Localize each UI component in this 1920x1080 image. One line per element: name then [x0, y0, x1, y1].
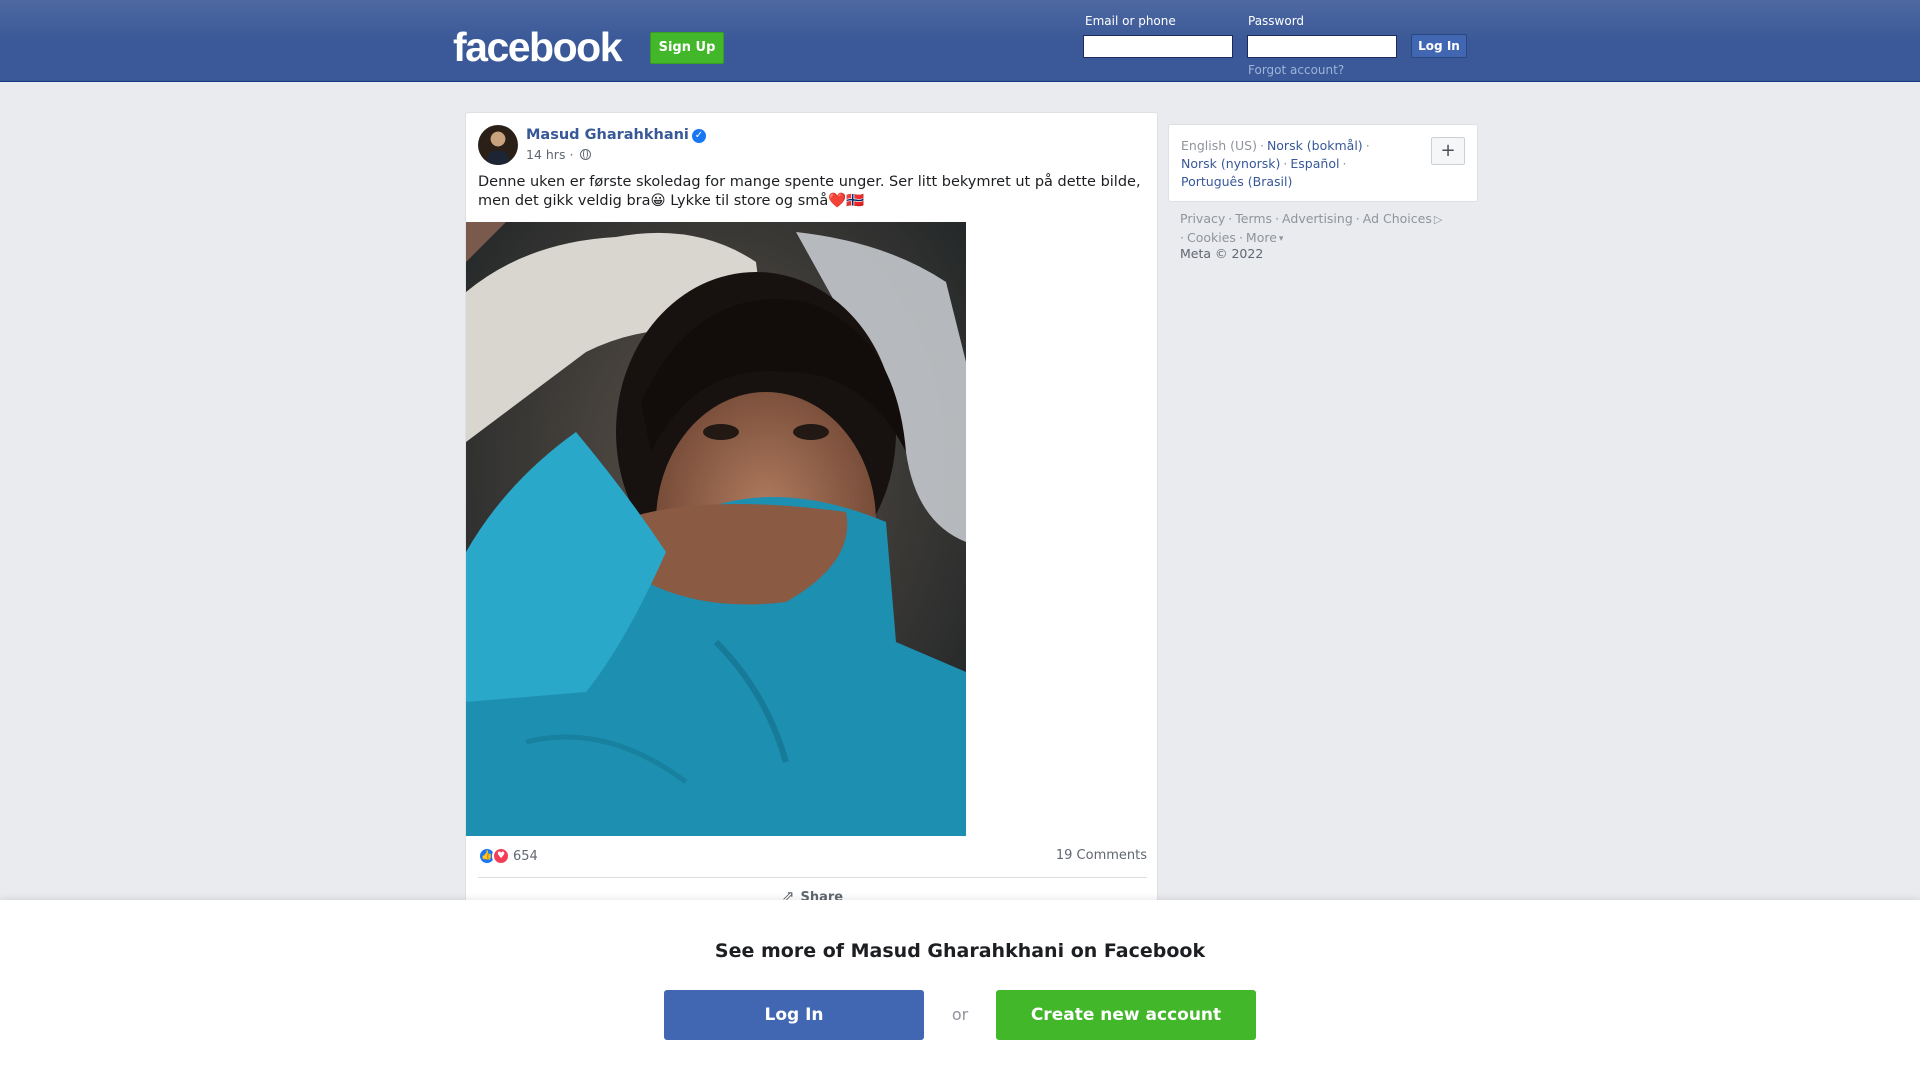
post-time[interactable]: 14 hrs	[526, 147, 565, 162]
post-card: Masud Gharahkhani ✓ 14 hrs · Denne uken e…	[465, 112, 1158, 912]
footer-separator: ·	[1355, 211, 1360, 226]
footer-link-ad-choices-label[interactable]: Ad Choices	[1363, 211, 1432, 226]
language-separator: ·	[1365, 138, 1370, 153]
author-name[interactable]: Masud Gharahkhani ✓	[526, 127, 706, 143]
verified-badge-icon: ✓	[691, 129, 706, 143]
language-list: English (US) · Norsk (bokmål) · Norsk (nyno…	[1181, 137, 1426, 191]
language-current: English (US)	[1181, 138, 1257, 153]
signup-button[interactable]: Sign Up	[650, 32, 724, 64]
meta-separator: ·	[569, 147, 578, 162]
more-languages-button[interactable]: +	[1431, 137, 1465, 165]
post-photo[interactable]	[466, 222, 966, 836]
banner-title: See more of Masud Gharahkhani on Faceboo…	[714, 940, 1206, 962]
login-button[interactable]: Log In	[1411, 34, 1467, 58]
language-link-norsk-nynorsk[interactable]: Norsk (nynorsk)	[1181, 156, 1280, 171]
banner-or-text: or	[951, 1005, 969, 1024]
caret-down-icon: ▾	[1278, 234, 1284, 244]
footer-link-ad-choices[interactable]: Ad Choices ▷	[1363, 211, 1443, 226]
love-reaction-icon[interactable]: ♥	[492, 847, 510, 865]
banner-login-button[interactable]: Log In	[664, 990, 924, 1040]
footer-link-cookies[interactable]: Cookies	[1187, 230, 1236, 245]
author-avatar[interactable]	[478, 125, 518, 165]
copyright: Meta © 2022	[1180, 246, 1264, 261]
post-stats: 👍 ♥ 654 19 Comments	[478, 847, 1147, 867]
facebook-logo[interactable]: facebook	[453, 22, 623, 72]
language-link-espanol[interactable]: Español	[1290, 156, 1339, 171]
language-link-norsk-bokmal[interactable]: Norsk (bokmål)	[1267, 138, 1363, 153]
forgot-account-link[interactable]: Forgot account?	[1248, 63, 1344, 77]
ad-choices-icon: ▷	[1433, 213, 1443, 226]
footer-separator: ·	[1180, 230, 1184, 245]
footer-separator: ·	[1228, 211, 1233, 226]
footer-link-terms[interactable]: Terms	[1235, 211, 1272, 226]
footer-link-more-label[interactable]: More	[1246, 230, 1277, 245]
footer-separator: ·	[1275, 211, 1280, 226]
language-link-portugues[interactable]: Português (Brasil)	[1181, 174, 1292, 189]
footer-link-privacy[interactable]: Privacy	[1180, 211, 1225, 226]
author-name-text[interactable]: Masud Gharahkhani	[526, 127, 689, 143]
footer-link-advertising[interactable]: Advertising	[1282, 211, 1353, 226]
language-separator: ·	[1259, 138, 1264, 153]
reaction-count[interactable]: 654	[513, 849, 538, 864]
top-navigation-bar: facebook Sign Up Email or phone Password…	[0, 0, 1920, 82]
footer-links: Privacy · Terms · Advertising · Ad Choices ▷ · C…	[1180, 210, 1470, 248]
footer-separator: ·	[1238, 230, 1243, 245]
password-label: Password	[1248, 14, 1305, 28]
footer-link-more[interactable]: More ▾	[1246, 230, 1284, 245]
language-separator: ·	[1342, 156, 1347, 171]
create-account-button[interactable]: Create new account	[996, 990, 1256, 1040]
language-separator: ·	[1283, 156, 1288, 171]
password-input[interactable]	[1247, 35, 1397, 58]
stats-divider	[478, 877, 1147, 878]
comments-count-link[interactable]: 19 Comments	[1056, 848, 1147, 863]
email-label: Email or phone	[1085, 14, 1176, 28]
post-text: Denne uken er første skoledag for mange …	[478, 174, 1141, 209]
globe-icon	[580, 149, 592, 160]
login-prompt-banner: See more of Masud Gharahkhani on Faceboo…	[0, 900, 1920, 1080]
photo-of-child-icon	[466, 222, 966, 836]
post-meta: 14 hrs ·	[526, 147, 592, 162]
language-selector-box: English (US) · Norsk (bokmål) · Norsk (nyno…	[1168, 124, 1478, 202]
email-input[interactable]	[1083, 35, 1233, 58]
